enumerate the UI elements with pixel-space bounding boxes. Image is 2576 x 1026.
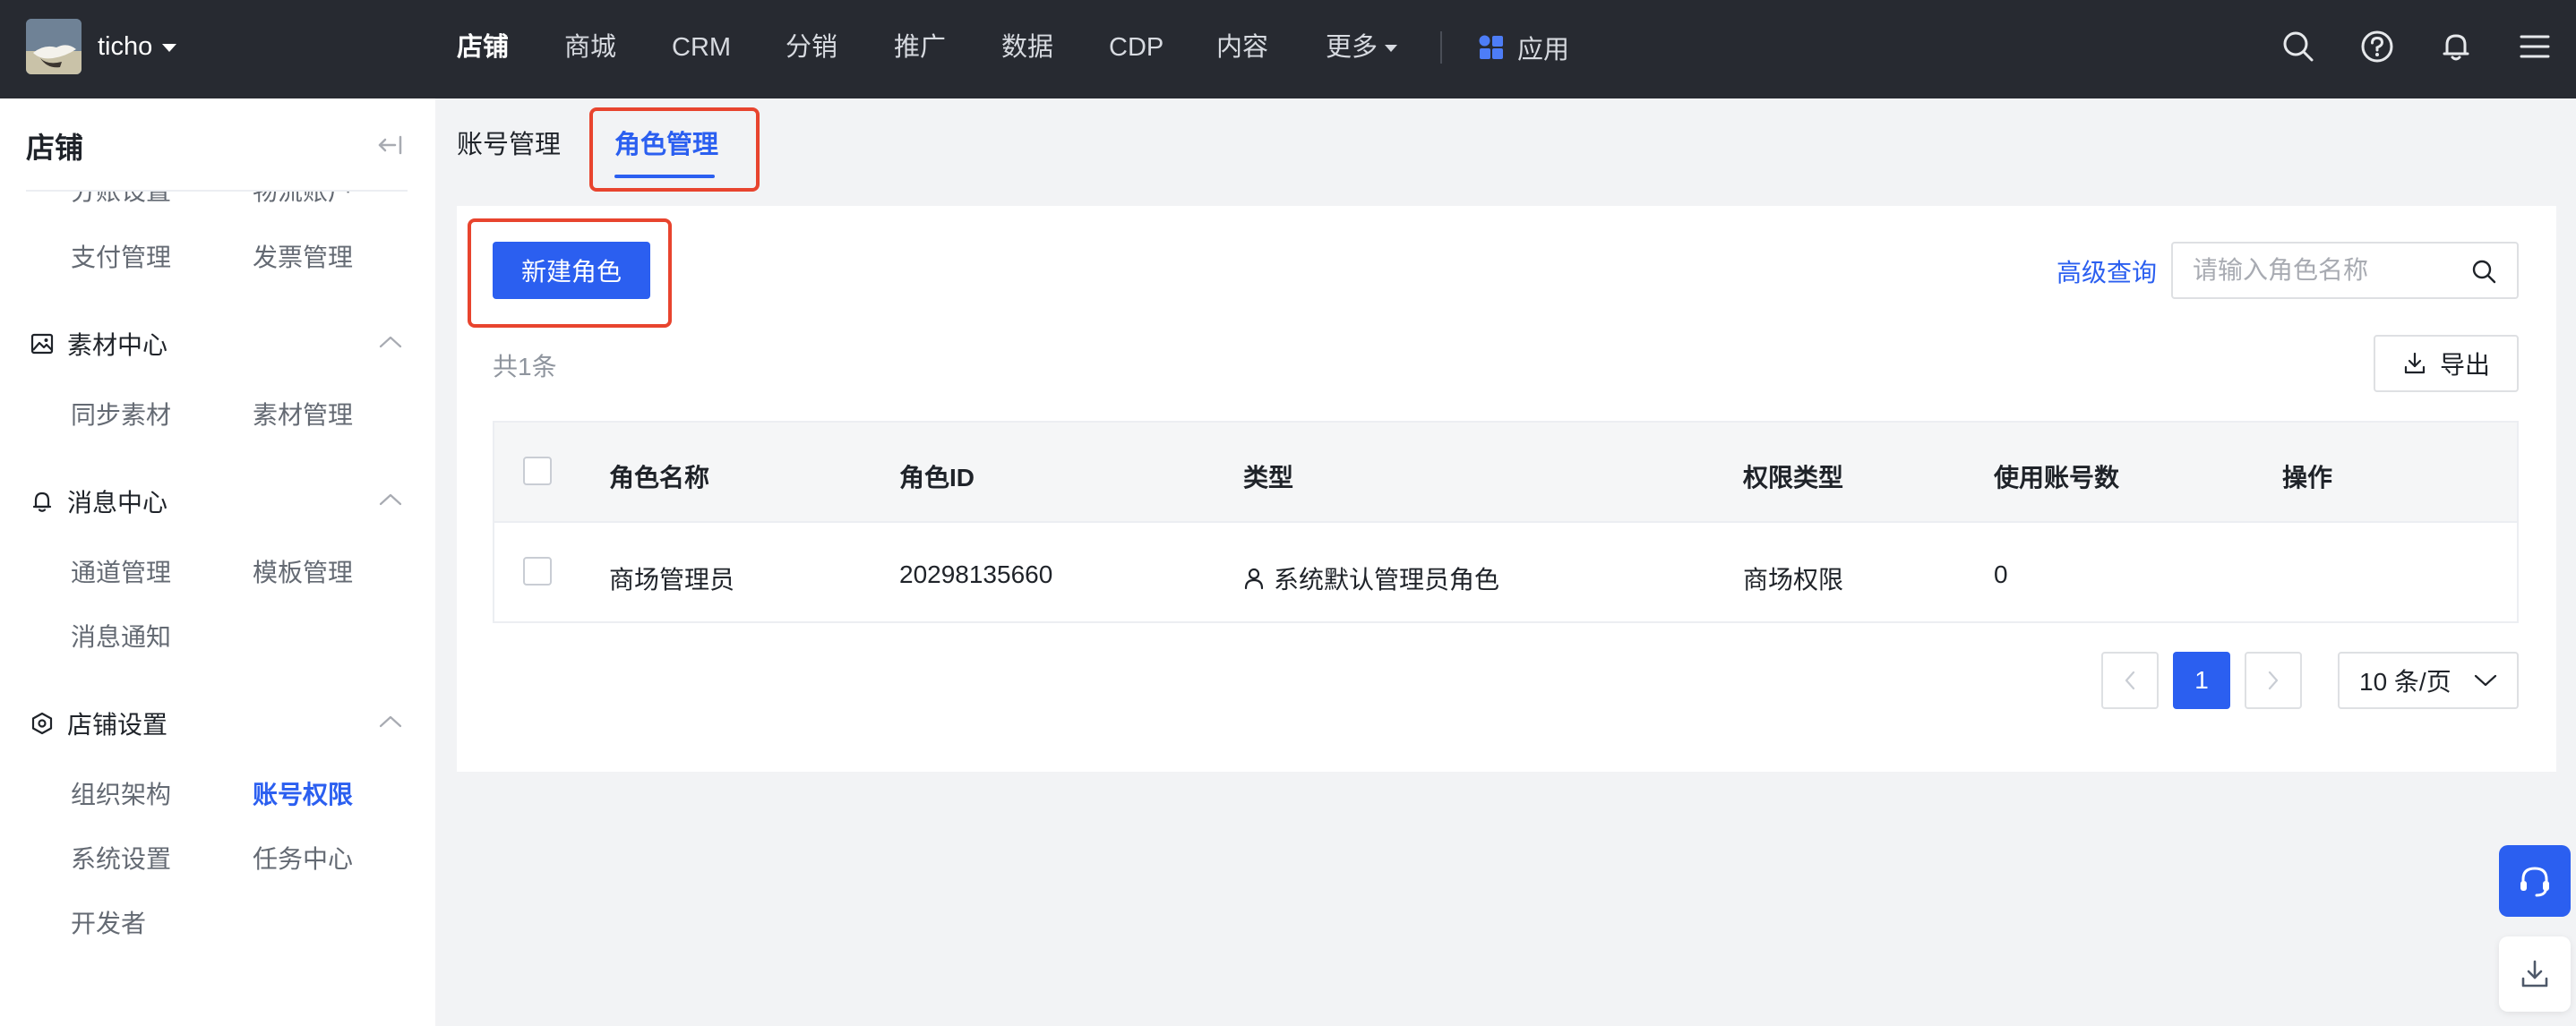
column-permission-type: 权限类型 bbox=[1743, 464, 1844, 492]
sidebar-item-logistics-account[interactable]: 物流账户 bbox=[253, 192, 353, 204]
page-size-value: 10 条/页 bbox=[2359, 668, 2451, 696]
sidebar-item-message-notifications[interactable]: 消息通知 bbox=[71, 618, 171, 654]
nav-content[interactable]: 内容 bbox=[1216, 30, 1268, 65]
sidebar-item-sync-materials[interactable]: 同步素材 bbox=[71, 396, 171, 432]
nav-more[interactable]: 更多 bbox=[1326, 30, 1398, 65]
store-logo bbox=[26, 19, 82, 74]
customer-service-button[interactable] bbox=[2499, 845, 2571, 917]
role-search-box bbox=[2171, 242, 2519, 299]
sidebar-item-system-settings[interactable]: 系统设置 bbox=[71, 840, 171, 876]
image-icon bbox=[30, 331, 55, 356]
nav-data[interactable]: 数据 bbox=[1001, 30, 1053, 65]
apps-grid-icon bbox=[1478, 34, 1505, 61]
account-name: ticho bbox=[98, 31, 153, 61]
sidebar-item-channel-management[interactable]: 通道管理 bbox=[71, 553, 171, 589]
nav-cdp[interactable]: CDP bbox=[1109, 30, 1163, 65]
help-icon[interactable] bbox=[2357, 27, 2397, 66]
nav-mall[interactable]: 商城 bbox=[564, 30, 616, 65]
chevron-right-icon bbox=[2266, 670, 2280, 691]
caret-down-icon bbox=[1385, 45, 1398, 53]
headset-icon bbox=[2515, 861, 2555, 901]
sidebar-item-account-permissions[interactable]: 账号权限 bbox=[253, 775, 353, 811]
cell-role-name: 商场管理员 bbox=[609, 566, 735, 594]
sidebar-group-store-settings[interactable]: 店铺设置 bbox=[30, 705, 167, 741]
column-role-id: 角色ID bbox=[899, 464, 975, 492]
sidebar-group-label: 店铺设置 bbox=[67, 711, 168, 739]
column-role-name: 角色名称 bbox=[609, 464, 710, 492]
table-header: 角色名称 角色ID 类型 权限类型 使用账号数 操作 bbox=[494, 423, 2517, 523]
total-count: 共1条 bbox=[493, 353, 557, 380]
column-account-count: 使用账号数 bbox=[1994, 464, 2120, 492]
prev-page-button[interactable] bbox=[2101, 652, 2159, 709]
page-1-button[interactable]: 1 bbox=[2173, 652, 2230, 709]
nav-more-label: 更多 bbox=[1326, 33, 1378, 62]
chevron-up-icon[interactable] bbox=[379, 714, 402, 729]
caret-down-icon bbox=[162, 44, 177, 52]
search-icon[interactable] bbox=[2470, 258, 2497, 285]
search-icon[interactable] bbox=[2279, 27, 2318, 66]
cell-role-id: 20298135660 bbox=[899, 560, 1053, 588]
row-checkbox[interactable] bbox=[523, 557, 552, 586]
nav-distribution[interactable]: 分销 bbox=[786, 30, 837, 65]
nav-crm[interactable]: CRM bbox=[672, 30, 731, 65]
download-center-button[interactable] bbox=[2499, 936, 2571, 1012]
chevron-down-icon bbox=[2474, 673, 2497, 688]
nav-apps[interactable]: 应用 bbox=[1478, 30, 1569, 65]
highlight-box-new-role bbox=[468, 218, 672, 328]
role-name-search-input[interactable] bbox=[2193, 244, 2461, 297]
sidebar-item-organization[interactable]: 组织架构 bbox=[71, 775, 171, 811]
cell-permission-type: 商场权限 bbox=[1743, 566, 1844, 594]
chevron-up-icon[interactable] bbox=[379, 492, 402, 507]
export-label: 导出 bbox=[2439, 351, 2490, 379]
highlight-box-tab bbox=[589, 107, 760, 192]
nav-promotion[interactable]: 推广 bbox=[894, 30, 946, 65]
chevron-left-icon bbox=[2123, 670, 2137, 691]
nav-divider bbox=[1440, 31, 1442, 64]
collapse-sidebar-icon[interactable] bbox=[376, 134, 403, 156]
sidebar-group-messages[interactable]: 消息中心 bbox=[30, 483, 167, 519]
tab-account-management[interactable]: 账号管理 bbox=[457, 124, 561, 161]
sidebar-item-split-settings[interactable]: 分账设置 bbox=[71, 192, 171, 204]
cell-account-count: 0 bbox=[1994, 560, 2008, 588]
column-type: 类型 bbox=[1243, 464, 1294, 492]
user-icon bbox=[1243, 567, 1265, 590]
sidebar-item-task-center[interactable]: 任务中心 bbox=[253, 840, 353, 876]
account-switcher[interactable]: ticho bbox=[26, 19, 177, 74]
menu-icon[interactable] bbox=[2515, 27, 2555, 66]
sidebar-group-materials[interactable]: 素材中心 bbox=[30, 326, 167, 362]
sidebar-item-template-management[interactable]: 模板管理 bbox=[253, 553, 353, 589]
sidebar: 店铺 分账设置 物流账户 支付管理 发票管理 素材中心 同步素材 素材管理 消息… bbox=[0, 98, 435, 1026]
download-icon bbox=[2402, 351, 2427, 376]
hexagon-settings-icon bbox=[30, 711, 55, 736]
sidebar-title: 店铺 bbox=[26, 132, 84, 164]
sidebar-item-payment[interactable]: 支付管理 bbox=[71, 238, 171, 274]
chevron-up-icon[interactable] bbox=[379, 335, 402, 349]
roles-table: 角色名称 角色ID 类型 权限类型 使用账号数 操作 商场管理员 2029813… bbox=[493, 421, 2519, 623]
sidebar-group-label: 素材中心 bbox=[67, 331, 168, 359]
bell-icon[interactable] bbox=[2436, 27, 2476, 66]
column-actions: 操作 bbox=[2282, 464, 2333, 492]
sidebar-item-invoice[interactable]: 发票管理 bbox=[253, 238, 353, 274]
sidebar-group-label: 消息中心 bbox=[67, 489, 168, 517]
select-all-checkbox[interactable] bbox=[523, 457, 552, 485]
bell-icon bbox=[30, 489, 55, 514]
next-page-button[interactable] bbox=[2245, 652, 2302, 709]
top-navigation-bar: ticho 店铺 商城 CRM 分销 推广 数据 CDP 内容 更多 应用 bbox=[0, 0, 2576, 98]
advanced-search-link[interactable]: 高级查询 bbox=[2057, 253, 2157, 289]
sidebar-item-material-management[interactable]: 素材管理 bbox=[253, 396, 353, 432]
nav-apps-label: 应用 bbox=[1517, 36, 1570, 64]
cell-type-label: 系统默认管理员角色 bbox=[1274, 566, 1500, 594]
page-size-select[interactable]: 10 条/页 bbox=[2338, 652, 2519, 709]
sidebar-scrolled-row: 分账设置 物流账户 bbox=[0, 192, 435, 204]
export-button[interactable]: 导出 bbox=[2374, 335, 2519, 392]
sidebar-item-developer[interactable]: 开发者 bbox=[71, 904, 146, 940]
cell-type: 系统默认管理员角色 bbox=[1243, 560, 1499, 596]
nav-store[interactable]: 店铺 bbox=[457, 30, 509, 65]
download-icon bbox=[2519, 958, 2551, 990]
